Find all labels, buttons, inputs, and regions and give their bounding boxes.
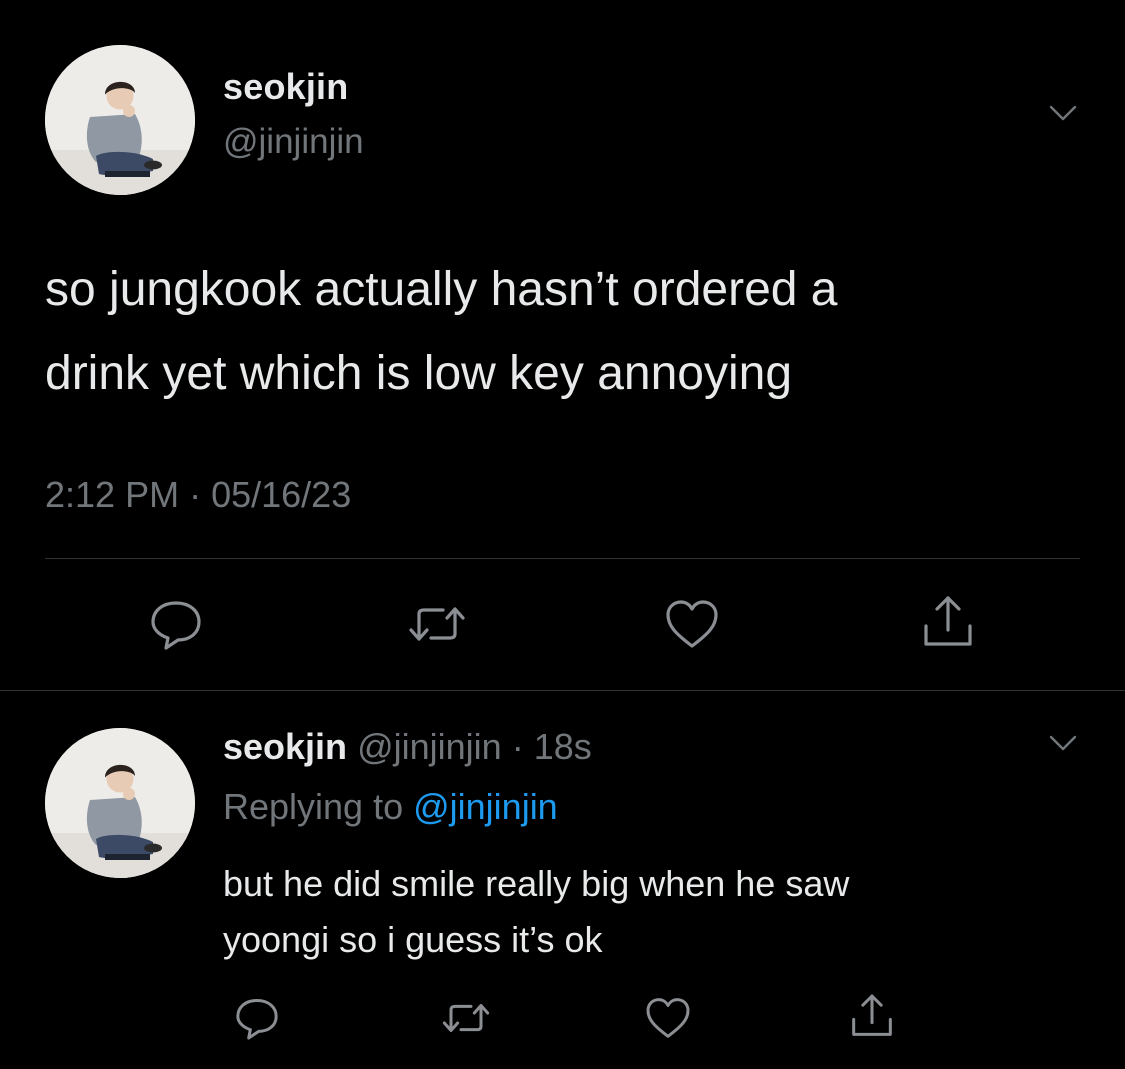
heart-icon	[666, 600, 718, 648]
meta-separator: ·	[179, 474, 212, 515]
username-handle[interactable]: @jinjinjin	[357, 726, 502, 767]
reply-button[interactable]	[232, 993, 282, 1043]
retweet-button[interactable]	[441, 993, 491, 1043]
retweet-button[interactable]	[407, 594, 467, 654]
reply-header: seokjin @jinjinjin · 18s	[223, 726, 592, 768]
display-name[interactable]: seokjin	[223, 726, 347, 767]
tweet-time: 2:12 PM	[45, 474, 180, 515]
like-button[interactable]	[643, 993, 693, 1043]
meta-separator: ·	[501, 726, 534, 767]
chevron-down-icon[interactable]	[1048, 98, 1078, 128]
share-button[interactable]	[918, 592, 978, 652]
tweet-text-line: yoongi so i guess it’s ok	[223, 919, 603, 960]
tweet-text: but he did smile really big when he saw …	[223, 856, 1083, 968]
share-button[interactable]	[847, 991, 897, 1041]
tweet-text-line: but he did smile really big when he saw	[223, 863, 850, 904]
tweet-timestamp[interactable]: 2:12 PM · 05/16/23	[45, 474, 351, 516]
display-name[interactable]: seokjin	[223, 66, 348, 108]
retweet-icon	[409, 607, 465, 641]
tweet-text-line: drink yet which is low key annoying	[45, 347, 793, 400]
chevron-down-icon[interactable]	[1048, 728, 1078, 758]
replying-to: Replying to @jinjinjin	[223, 786, 558, 828]
retweet-icon	[442, 1004, 490, 1032]
tweet-text: so jungkook actually hasn’t ordered a dr…	[45, 248, 1085, 416]
share-icon	[924, 596, 972, 646]
avatar-photo	[45, 45, 195, 195]
username-handle[interactable]: @jinjinjin	[223, 122, 364, 162]
reply-bubble-icon	[236, 999, 278, 1040]
tweet-text-line: so jungkook actually hasn’t ordered a	[45, 263, 838, 316]
replying-to-link[interactable]: @jinjinjin	[413, 786, 558, 827]
avatar-photo	[45, 728, 195, 878]
replying-to-label: Replying to	[223, 786, 414, 827]
share-icon	[852, 994, 892, 1036]
divider	[45, 558, 1080, 559]
avatar[interactable]	[45, 728, 195, 878]
like-button[interactable]	[662, 594, 722, 654]
tweet-time-ago[interactable]: 18s	[534, 726, 592, 767]
divider	[0, 690, 1125, 691]
heart-icon	[646, 998, 690, 1038]
reply-bubble-icon	[151, 601, 201, 650]
tweet-date: 05/16/23	[211, 474, 352, 515]
reply-button[interactable]	[146, 594, 206, 654]
avatar[interactable]	[45, 45, 195, 195]
